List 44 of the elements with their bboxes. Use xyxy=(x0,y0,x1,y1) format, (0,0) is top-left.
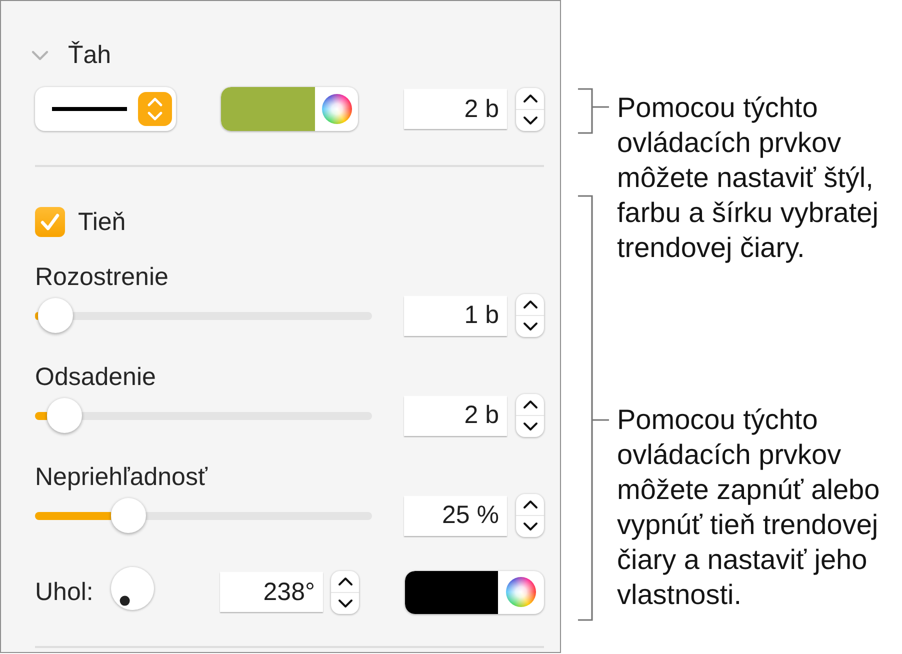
chevron-down-icon[interactable] xyxy=(522,522,538,531)
chevron-up-icon[interactable] xyxy=(522,400,538,409)
angle-label: Uhol: xyxy=(35,577,94,607)
color-wheel-icon xyxy=(322,94,352,124)
number-field[interactable]: 25 % xyxy=(404,496,507,536)
callout-text: Pomocou týchto ovládacích prvkov môžete zapnúť alebo vypnúť tieň trendovej čiary a nastaviť jeho vlastnosti. xyxy=(617,403,881,612)
chevron-down-icon[interactable] xyxy=(522,322,538,331)
up-down-arrows-icon xyxy=(138,92,172,126)
chevron-up-icon[interactable] xyxy=(338,576,352,586)
checkbox[interactable] xyxy=(35,207,65,237)
stepper[interactable] xyxy=(516,294,544,337)
callout-text: Pomocou týchto ovládacích prvkov môžete nastaviť štýl, farbu a šírku vybratej trendovej čiary. xyxy=(617,91,880,265)
checkmark-icon xyxy=(40,213,60,231)
slider-thumb[interactable] xyxy=(110,498,146,533)
slider-thumb[interactable] xyxy=(47,398,82,433)
slider-label: Nepriehľadnosť xyxy=(35,462,208,492)
chevron-down-icon[interactable] xyxy=(522,116,538,124)
slider-label: Rozostrenie xyxy=(35,262,168,292)
color-well[interactable] xyxy=(405,570,544,614)
stepper[interactable] xyxy=(331,570,359,614)
slider-label: Odsadenie xyxy=(35,362,156,392)
stepper[interactable] xyxy=(516,88,544,130)
number-field[interactable]: 238° xyxy=(220,572,323,612)
slider[interactable] xyxy=(35,398,372,433)
angle-dial[interactable] xyxy=(111,566,154,610)
color-well[interactable] xyxy=(221,87,358,131)
slider-thumb[interactable] xyxy=(38,298,74,333)
callout-bracket xyxy=(578,88,609,134)
number-field[interactable]: 2 b xyxy=(404,396,507,436)
slider[interactable] xyxy=(35,498,372,533)
number-field[interactable]: 2 b xyxy=(404,89,507,129)
chevron-up-icon[interactable] xyxy=(522,94,538,102)
checkbox-label: Tieň xyxy=(78,207,126,237)
color-wheel-icon xyxy=(506,577,536,607)
chevron-down-icon[interactable] xyxy=(522,422,538,431)
chevron-down-icon[interactable] xyxy=(338,598,352,608)
stepper[interactable] xyxy=(516,494,544,537)
stepper[interactable] xyxy=(516,394,544,437)
line-style-popup[interactable] xyxy=(35,87,176,131)
chevron-up-icon[interactable] xyxy=(522,300,538,309)
chevron-up-icon[interactable] xyxy=(522,500,538,509)
slider[interactable] xyxy=(35,298,372,333)
number-field[interactable]: 1 b xyxy=(404,296,507,336)
section-title: Ťah xyxy=(68,40,112,70)
